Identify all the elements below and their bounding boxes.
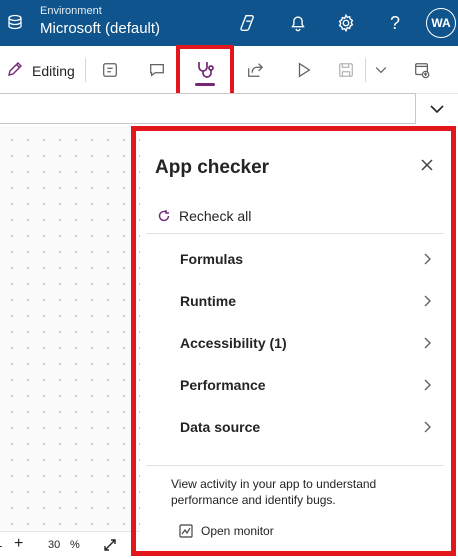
app-checker-panel: App checker Recheck all Formulas Runtime… [140,132,451,549]
close-icon[interactable] [419,157,435,173]
zoom-unit: % [70,539,80,551]
formula-bar-input[interactable] [0,93,416,124]
environment-icon[interactable] [6,13,24,31]
top-header: Environment Microsoft (default) ? WA [0,0,458,46]
environment-name[interactable]: Microsoft (default) [40,20,160,38]
refresh-icon [157,209,171,223]
publish-icon[interactable] [411,59,433,81]
comments-panel-icon[interactable] [99,59,121,81]
category-label: Accessibility (1) [180,335,287,351]
help-icon[interactable]: ? [384,12,406,34]
category-formulas[interactable]: Formulas [146,239,444,281]
chevron-right-icon [420,252,434,266]
chevron-right-icon [420,294,434,308]
panel-title: App checker [155,157,270,178]
chevron-right-icon [420,336,434,350]
zoom-out-button[interactable]: - [0,538,8,553]
fit-to-window-icon[interactable] [102,537,118,553]
recheck-label: Recheck all [179,208,252,224]
share-icon[interactable] [244,59,266,81]
avatar[interactable]: WA [426,8,456,38]
recheck-all-button[interactable]: Recheck all [157,208,251,224]
category-data-source[interactable]: Data source [146,407,444,449]
zoom-bar: - + 30 % [0,531,140,559]
zoom-in-button[interactable]: + [14,535,23,553]
category-runtime[interactable]: Runtime [146,281,444,323]
category-label: Formulas [180,251,244,267]
category-label: Runtime [180,293,236,309]
chat-icon[interactable] [146,59,168,81]
chevron-right-icon [420,378,434,392]
monitor-description: View activity in your app to understand … [171,477,377,507]
category-label: Performance [180,377,266,393]
play-icon[interactable] [293,59,315,81]
environment-label: Environment [40,5,102,17]
pencil-icon [6,60,24,81]
zoom-value[interactable]: 30 [48,539,60,551]
category-label: Data source [180,419,261,435]
editing-mode-button[interactable]: Editing [6,60,75,81]
save-icon[interactable] [335,59,357,81]
chevron-down-icon[interactable] [370,59,392,81]
category-accessibility[interactable]: Accessibility (1) [146,323,444,365]
bell-icon[interactable] [287,12,309,34]
divider [146,465,444,466]
toolbar-divider [85,58,86,82]
open-monitor-button[interactable]: Open monitor [179,524,274,538]
copilot-icon[interactable] [237,12,259,34]
divider [146,233,444,234]
open-monitor-label: Open monitor [201,524,274,538]
gear-icon[interactable] [335,12,357,34]
app-checker-button-highlight [176,45,234,100]
monitor-icon [179,524,193,538]
chevron-right-icon [420,420,434,434]
editing-label: Editing [32,62,75,79]
category-performance[interactable]: Performance [146,365,444,407]
design-canvas[interactable] [0,126,140,531]
chevron-down-icon[interactable] [428,100,446,118]
toolbar-divider [365,58,366,82]
